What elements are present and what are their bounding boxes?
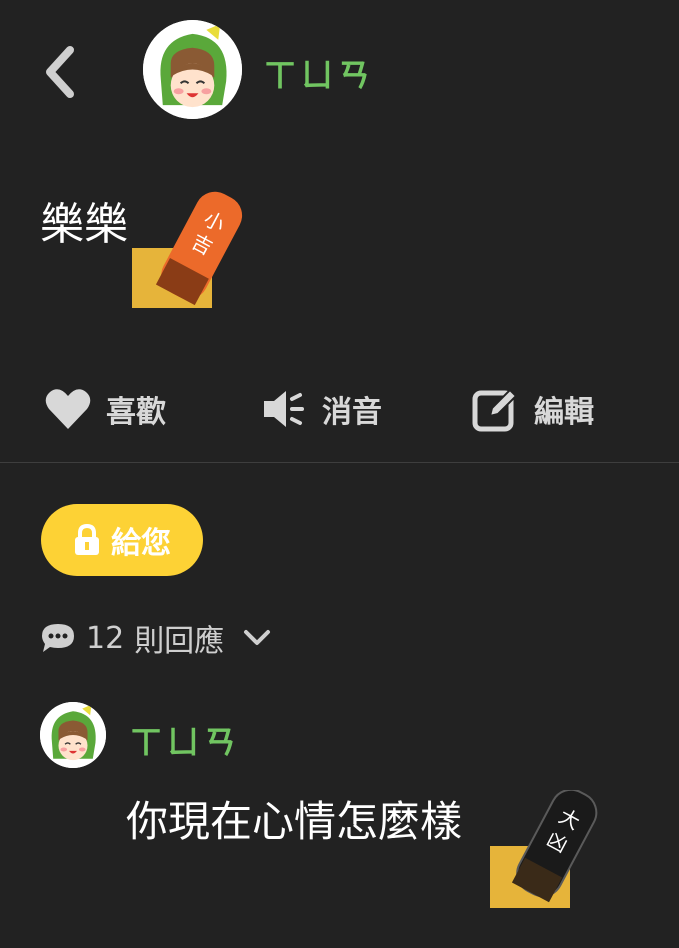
back-button[interactable] [40,44,84,100]
divider [0,462,679,463]
heart-icon [45,389,91,429]
author-avatar[interactable] [143,20,242,119]
edit-label: 編輯 [534,395,594,430]
comment-text: 你現在心情怎麼樣 [126,797,463,846]
edit-button[interactable]: 編輯 [472,386,594,432]
chevron-down-icon [244,630,271,645]
lock-icon [75,524,99,555]
speaker-mute-icon [264,391,304,427]
post-text: 樂樂 [40,199,128,250]
unlock-label: 給您 [111,526,171,561]
chat-bubble-icon [42,624,74,652]
mute-label: 消音 [322,395,382,430]
avatar [40,702,106,768]
author-name[interactable]: ㄒㄩㄢ [264,50,375,96]
mute-button[interactable]: 消音 [260,386,382,432]
avatar [143,20,242,119]
bad-luck-sticker: 大 凶 [490,788,602,908]
like-button[interactable]: 喜歡 [44,386,166,432]
like-label: 喜歡 [106,395,166,430]
back-arrow-icon [46,46,74,98]
comment-author-name[interactable]: ㄒㄩㄢ [130,717,241,763]
lucky-sticker: 小 吉 [132,190,248,308]
unlock-button[interactable]: 給您 [41,504,203,576]
comment-author-avatar[interactable] [40,702,106,768]
replies-label: 則回應 [134,624,225,659]
replies-toggle[interactable]: 12 則回應 [40,618,272,659]
edit-icon [472,388,518,432]
replies-count: 12 [86,620,125,656]
